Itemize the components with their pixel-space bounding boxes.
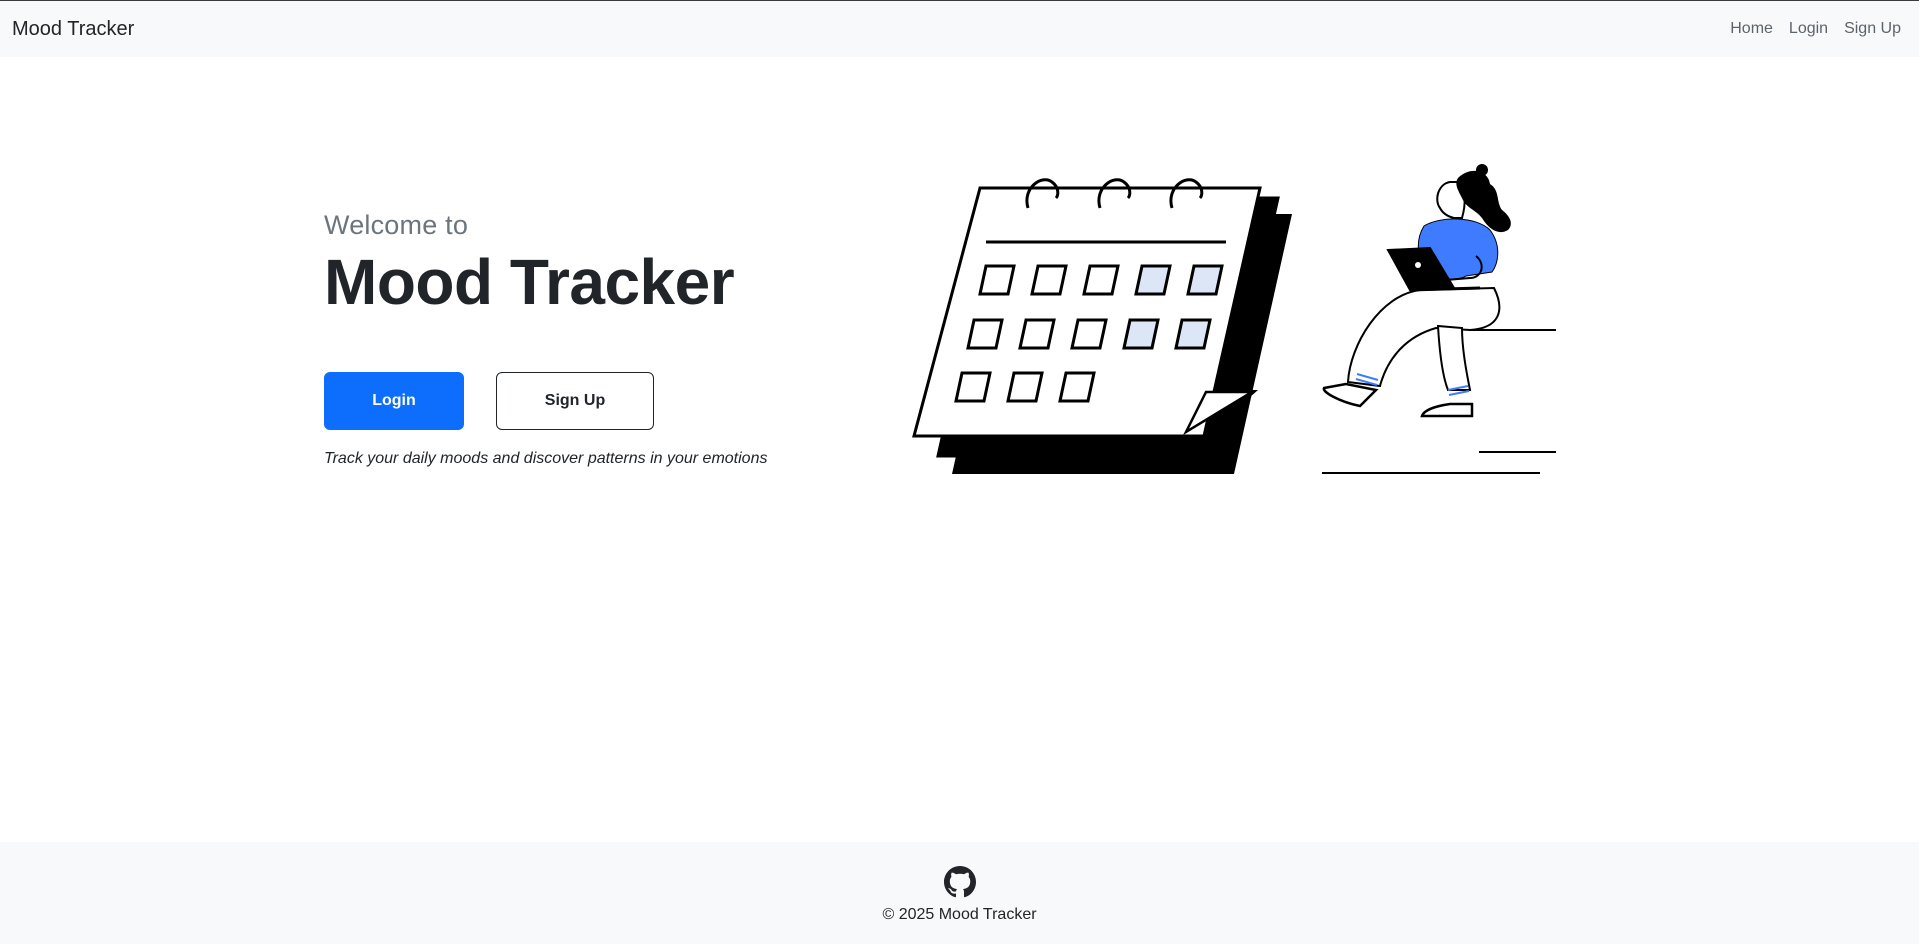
navbar: Mood Tracker Home Login Sign Up: [0, 1, 1919, 57]
cta-buttons: Login Sign Up: [324, 372, 654, 430]
login-button[interactable]: Login: [324, 372, 464, 430]
nav-links: Home Login Sign Up: [1722, 12, 1907, 46]
nav-link-signup[interactable]: Sign Up: [1836, 12, 1907, 46]
copyright-text: © 2025 Mood Tracker: [882, 906, 1037, 923]
tagline: Track your daily moods and discover patt…: [324, 450, 768, 467]
signup-button[interactable]: Sign Up: [496, 372, 654, 430]
person-illustration: [1322, 164, 1556, 474]
nav-link-home[interactable]: Home: [1722, 12, 1781, 46]
hero-section: Welcome to Mood Tracker Login Sign Up Tr…: [324, 210, 804, 467]
nav-link-login[interactable]: Login: [1781, 12, 1836, 46]
github-icon[interactable]: [943, 866, 976, 898]
hero-illustration: [912, 164, 1556, 474]
welcome-text: Welcome to: [324, 210, 469, 240]
brand-link[interactable]: Mood Tracker: [12, 18, 134, 41]
page-title: Mood Tracker: [324, 246, 735, 318]
footer: © 2025 Mood Tracker: [0, 842, 1919, 944]
calendar-illustration: [912, 178, 1292, 474]
